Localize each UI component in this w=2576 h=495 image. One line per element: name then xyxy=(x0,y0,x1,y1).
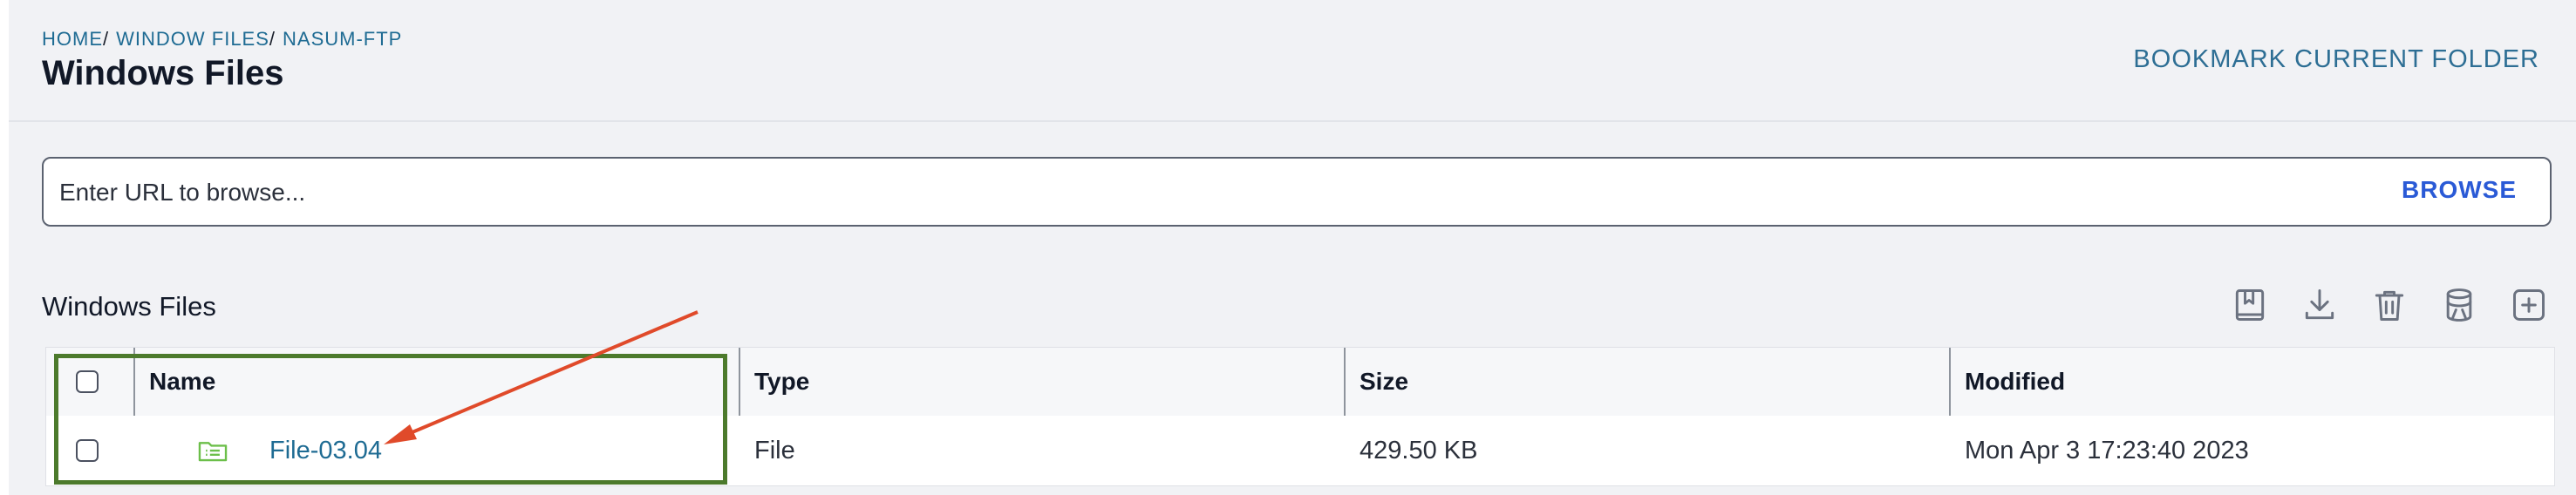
section-title: Windows Files xyxy=(42,291,216,322)
file-toolbar xyxy=(2227,282,2552,328)
url-input[interactable] xyxy=(58,169,2328,216)
size-cell: 429.50 KB xyxy=(1360,436,1478,464)
add-icon[interactable] xyxy=(2506,282,2552,328)
bookmark-current-folder-button[interactable]: BOOKMARK CURRENT FOLDER xyxy=(2133,45,2539,74)
breadcrumb-separator: / xyxy=(103,28,110,50)
breadcrumb-separator: / xyxy=(269,28,276,50)
name-cell: File-03.04 xyxy=(135,416,737,485)
page-title: Windows Files xyxy=(42,54,284,92)
breadcrumb-nasum-ftp[interactable]: NASUM-FTP xyxy=(283,28,402,50)
row-select-cell xyxy=(46,416,133,485)
modified-cell: Mon Apr 3 17:23:40 2023 xyxy=(1965,436,2249,464)
page-edge xyxy=(0,0,9,495)
breadcrumb-window-files[interactable]: WINDOW FILES xyxy=(116,28,269,50)
header-divider xyxy=(9,120,2576,122)
browse-button[interactable]: BROWSE xyxy=(2402,176,2517,204)
file-table: Name Type Size Modified File-03.04 File … xyxy=(45,347,2555,486)
select-all-cell xyxy=(46,348,133,416)
column-header-modified[interactable]: Modified xyxy=(1951,348,2552,416)
breadcrumb: HOME/WINDOW FILES/NASUM-FTP xyxy=(42,28,402,51)
table-header: Name Type Size Modified xyxy=(46,348,2554,417)
trash-icon[interactable] xyxy=(2367,282,2412,328)
folder-list-icon xyxy=(196,434,229,467)
select-all-checkbox[interactable] xyxy=(76,370,99,393)
type-cell: File xyxy=(754,436,795,464)
download-icon[interactable] xyxy=(2297,282,2342,328)
url-bar: BROWSE xyxy=(42,157,2552,227)
column-header-name[interactable]: Name xyxy=(135,348,737,416)
column-header-type[interactable]: Type xyxy=(740,348,1342,416)
table-row[interactable]: File-03.04 File 429.50 KB Mon Apr 3 17:2… xyxy=(46,416,2554,485)
file-name-link[interactable]: File-03.04 xyxy=(269,437,382,465)
column-header-size[interactable]: Size xyxy=(1346,348,1947,416)
breadcrumb-home[interactable]: HOME xyxy=(42,28,103,50)
bookmark-icon[interactable] xyxy=(2227,282,2273,328)
database-icon[interactable] xyxy=(2436,282,2482,328)
row-checkbox[interactable] xyxy=(76,439,99,462)
